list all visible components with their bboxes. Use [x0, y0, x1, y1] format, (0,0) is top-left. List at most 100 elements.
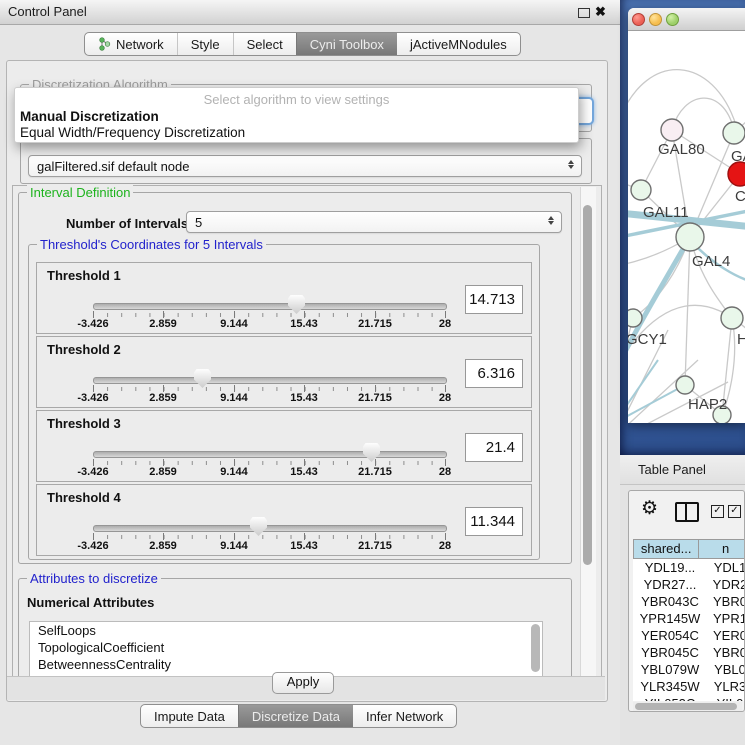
tab-discretize-data[interactable]: Discretize Data [238, 705, 353, 727]
table-row[interactable]: YDR27...YDR2 [633, 576, 745, 593]
node-gal11[interactable] [631, 180, 651, 200]
apply-button[interactable]: Apply [272, 672, 334, 694]
network-canvas[interactable]: GAL80 GA C GAL11 GAL4 GCY1 H HAP2 [628, 30, 745, 423]
horizontal-scrollbar-track[interactable] [633, 702, 742, 711]
tick-label: 9.144 [220, 540, 248, 552]
table-cell[interactable]: YPR1 [707, 610, 745, 627]
table-row[interactable]: YDL19...YDL1 [633, 559, 745, 576]
list-scrollbar-thumb[interactable] [531, 624, 540, 672]
table-row[interactable]: YBL079WYBL0 [633, 661, 745, 678]
table-row[interactable]: YBR045CYBR0 [633, 644, 745, 661]
horizontal-scrollbar-thumb[interactable] [635, 703, 737, 710]
zoom-traffic-light-icon[interactable] [666, 13, 679, 26]
threshold-1-box: Threshold 1 -3.426 2.859 9.144 15.43 21.… [36, 262, 532, 334]
algorithm-option-manual[interactable]: Manual Discretization [20, 109, 159, 124]
threshold-1-value-field[interactable]: 14.713 [465, 285, 523, 314]
vertical-scrollbar-thumb[interactable] [583, 205, 592, 565]
close-icon[interactable]: ✖ [595, 4, 606, 20]
table-data-combobox[interactable]: galFiltered.sif default node [28, 155, 582, 177]
tab-impute-data[interactable]: Impute Data [141, 705, 238, 727]
tick-label: 9.144 [220, 466, 248, 478]
control-panel-titlebar [0, 0, 620, 25]
threshold-2-slider-handle[interactable] [194, 369, 211, 388]
threshold-2-value-field[interactable]: 6.316 [465, 359, 523, 388]
node-gal80[interactable] [661, 119, 683, 141]
table-cell[interactable]: YDL1 [707, 559, 745, 576]
table-row[interactable]: YPR145WYPR1 [633, 610, 745, 627]
table-cell[interactable]: YER0 [707, 627, 745, 644]
threshold-1-slider-handle[interactable] [288, 295, 305, 314]
column-header-name[interactable]: n [699, 539, 745, 559]
tick-label: 28 [439, 318, 451, 330]
node-red-selected[interactable] [728, 162, 745, 186]
table-cell[interactable]: YBR043C [633, 593, 707, 610]
threshold-4-slider-handle[interactable] [250, 517, 267, 536]
node-h[interactable] [721, 307, 743, 329]
threshold-3-slider-handle[interactable] [363, 443, 380, 462]
table-cell[interactable]: YBL0 [707, 661, 745, 678]
tick-label: -3.426 [77, 540, 108, 552]
number-of-intervals-value: 5 [195, 215, 202, 230]
algorithm-option-equal-width[interactable]: Equal Width/Frequency Discretization [20, 125, 245, 140]
threshold-3-box: Threshold 3 -3.426 2.859 9.144 15.43 21.… [36, 410, 532, 482]
number-of-intervals-label: Number of Intervals [66, 216, 188, 231]
tab-jactivemnodules[interactable]: jActiveMNodules [397, 33, 520, 55]
tab-cyni-toolbox[interactable]: Cyni Toolbox [296, 33, 397, 55]
table-cell[interactable]: YDL19... [633, 559, 707, 576]
split-columns-icon[interactable] [675, 502, 699, 522]
list-item[interactable]: BetweennessCentrality [30, 656, 542, 673]
table-cell[interactable]: YDR27... [633, 576, 707, 593]
table-cell[interactable]: YLR3 [707, 678, 745, 695]
table-cell[interactable]: YBR0 [707, 644, 745, 661]
table-row[interactable]: YER054CYER0 [633, 627, 745, 644]
minimize-traffic-light-icon[interactable] [649, 13, 662, 26]
threshold-4-value-field[interactable]: 11.344 [465, 507, 523, 536]
table-cell[interactable]: YIL0 [707, 695, 745, 701]
list-item[interactable]: SelfLoops [30, 622, 542, 639]
table-cell[interactable]: YDR2 [707, 576, 745, 593]
tick-label: 28 [439, 540, 451, 552]
gear-icon[interactable]: ⚙ [641, 499, 658, 519]
table-cell[interactable]: YLR345W [633, 678, 707, 695]
checkbox-icon[interactable]: ✓ [711, 505, 724, 518]
node-gal4[interactable] [676, 223, 704, 251]
tab-cyni-toolbox-label: Cyni Toolbox [310, 37, 384, 52]
tick-label: 2.859 [149, 466, 177, 478]
threshold-3-slider-track[interactable] [93, 451, 447, 458]
table-cell[interactable]: YBR0 [707, 593, 745, 610]
table-cell[interactable]: YBR045C [633, 644, 707, 661]
table-row[interactable]: YBR043CYBR0 [633, 593, 745, 610]
threshold-2-slider-track[interactable] [93, 377, 447, 384]
checkbox-icon[interactable]: ✓ [728, 505, 741, 518]
tab-infer-network-label: Infer Network [366, 709, 443, 724]
table-cell[interactable]: YPR145W [633, 610, 707, 627]
table-row[interactable]: YIL052CYIL0 [633, 695, 745, 701]
table-cell[interactable]: YIL052C [633, 695, 707, 701]
threshold-4-slider-track[interactable] [93, 525, 447, 532]
tab-network[interactable]: Network [85, 33, 177, 55]
algorithm-dropdown-popup: Select algorithm to view settings Manual… [14, 87, 579, 143]
threshold-2-label: Threshold 2 [47, 342, 121, 357]
tab-select[interactable]: Select [233, 33, 296, 55]
close-traffic-light-icon[interactable] [632, 13, 645, 26]
number-of-intervals-combobox[interactable]: 5 [186, 211, 562, 233]
table-body: YDL19...YDL1 YDR27...YDR2 YBR043CYBR0 YP… [633, 559, 745, 701]
node-gcy1[interactable] [628, 309, 642, 327]
table-cell[interactable]: YER054C [633, 627, 707, 644]
node-label-c: C [735, 188, 745, 205]
table-cell[interactable]: YBL079W [633, 661, 707, 678]
network-window-titlebar[interactable] [628, 8, 745, 31]
list-item[interactable]: TopologicalCoefficient [30, 639, 542, 656]
column-header-shared[interactable]: shared... [633, 539, 699, 559]
threshold-3-value-field[interactable]: 21.4 [465, 433, 523, 462]
tick-label: 15.43 [290, 392, 318, 404]
node-top-right[interactable] [723, 122, 745, 144]
tab-infer-network[interactable]: Infer Network [353, 705, 456, 727]
table-row[interactable]: YLR345WYLR3 [633, 678, 745, 695]
float-window-icon[interactable] [578, 8, 590, 18]
node-hap2[interactable] [676, 376, 694, 394]
tick-label: 28 [439, 466, 451, 478]
tab-style[interactable]: Style [177, 33, 233, 55]
combo-arrows-icon [568, 160, 574, 169]
threshold-1-slider-track[interactable] [93, 303, 447, 310]
